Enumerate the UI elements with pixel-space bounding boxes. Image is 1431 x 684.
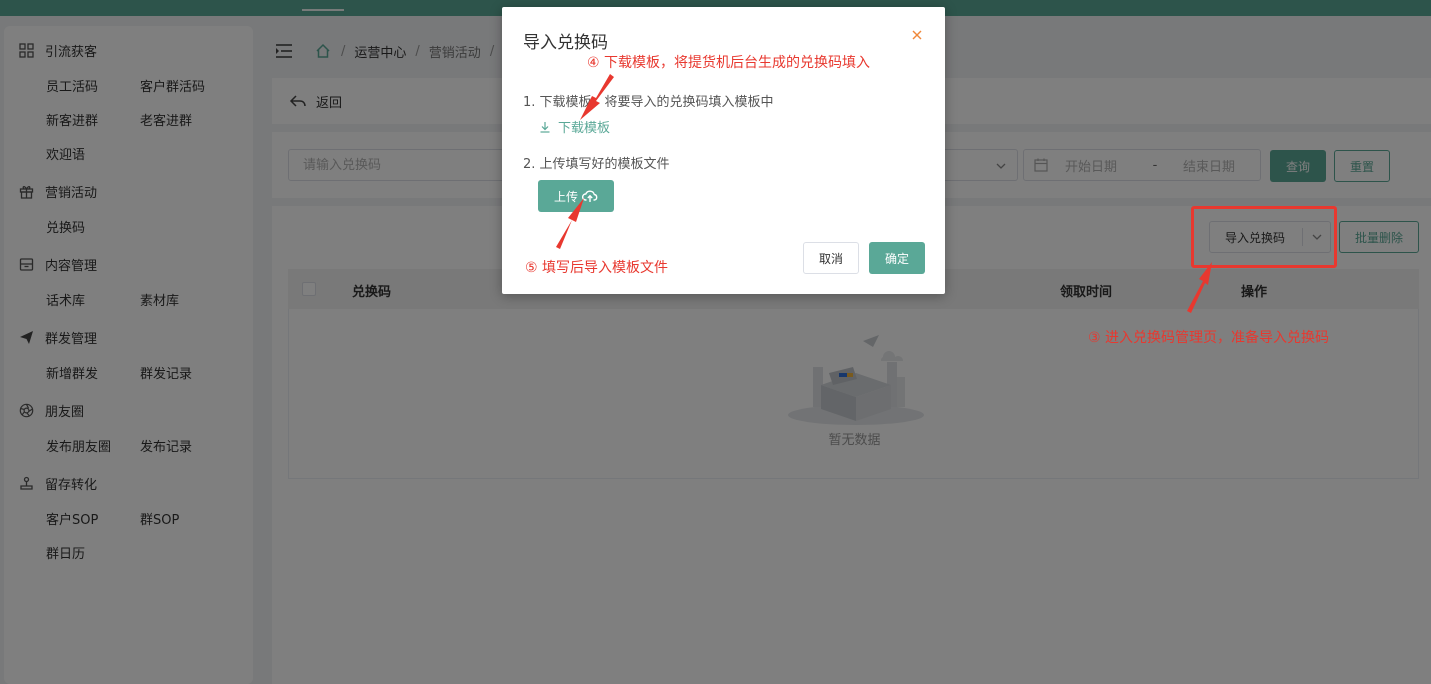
download-icon [539, 121, 551, 133]
annotation-step-3: ③ 进入兑换码管理页，准备导入兑换码 [1088, 330, 1329, 346]
upload-button[interactable]: 上传 [538, 180, 614, 212]
annotation-highlight-frame [1191, 206, 1337, 268]
dialog-title: 导入兑换码 [523, 33, 608, 53]
close-icon[interactable] [910, 28, 924, 42]
download-template-link[interactable]: 下载模板 [539, 117, 610, 136]
upload-label: 上传 [553, 189, 578, 204]
step-2-instruction: 2. 上传填写好的模板文件 [523, 157, 670, 172]
step-1-instruction: 1. 下载模板，将要导入的兑换码填入模板中 [523, 95, 774, 110]
annotation-step-4: ④ 下载模板，将提货机后台生成的兑换码填入 [587, 55, 870, 71]
annotation-step-5: ⑤ 填写后导入模板文件 [525, 260, 669, 276]
download-template-label: 下载模板 [558, 121, 611, 136]
confirm-button[interactable]: 确定 [869, 242, 925, 274]
cancel-button[interactable]: 取消 [803, 242, 859, 274]
cloud-upload-icon [581, 189, 598, 203]
import-code-dialog: 导入兑换码 1. 下载模板，将要导入的兑换码填入模板中 下载模板 2. 上传填写… [502, 7, 945, 294]
